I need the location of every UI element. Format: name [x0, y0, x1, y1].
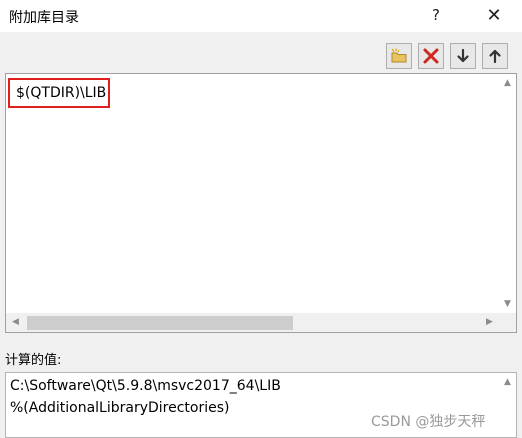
watermark: CSDN @独步天秤: [371, 414, 486, 430]
list-item-text: $(QTDIR)\LIB: [16, 85, 107, 101]
move-up-button[interactable]: [482, 43, 508, 69]
close-button[interactable]: ✕: [476, 2, 512, 28]
arrow-up-icon: [489, 49, 501, 64]
scroll-down-arrow-icon[interactable]: ▼: [499, 299, 516, 309]
title-bar: 附加库目录 ? ✕: [0, 0, 522, 32]
new-folder-icon: [391, 48, 407, 63]
delete-button[interactable]: [418, 43, 444, 69]
computed-vertical-scrollbar[interactable]: ▲: [499, 373, 516, 437]
horizontal-scrollbar[interactable]: ◀ ▶: [6, 313, 499, 332]
dialog-title: 附加库目录: [9, 10, 79, 26]
computed-value-label: 计算的值:: [5, 353, 62, 368]
scrollbar-corner: [499, 313, 516, 332]
directory-list-editor[interactable]: $(QTDIR)\LIB ▲ ▼ ◀ ▶: [5, 73, 517, 333]
scroll-up-arrow-icon[interactable]: ▲: [499, 377, 516, 387]
arrow-down-icon: [457, 48, 469, 63]
horizontal-scroll-thumb[interactable]: [27, 316, 293, 330]
list-item[interactable]: $(QTDIR)\LIB: [8, 78, 110, 108]
scroll-left-arrow-icon[interactable]: ◀: [7, 317, 24, 327]
computed-value-line: C:\Software\Qt\5.9.8\msvc2017_64\LIB: [10, 378, 281, 394]
delete-x-icon: [423, 48, 439, 64]
help-button[interactable]: ?: [418, 2, 454, 28]
move-down-button[interactable]: [450, 43, 476, 69]
vertical-scrollbar[interactable]: ▲ ▼: [499, 74, 516, 313]
scroll-up-arrow-icon[interactable]: ▲: [499, 78, 516, 88]
computed-value-line: %(AdditionalLibraryDirectories): [10, 400, 230, 416]
new-line-button[interactable]: [386, 43, 412, 69]
scroll-right-arrow-icon[interactable]: ▶: [481, 317, 498, 327]
